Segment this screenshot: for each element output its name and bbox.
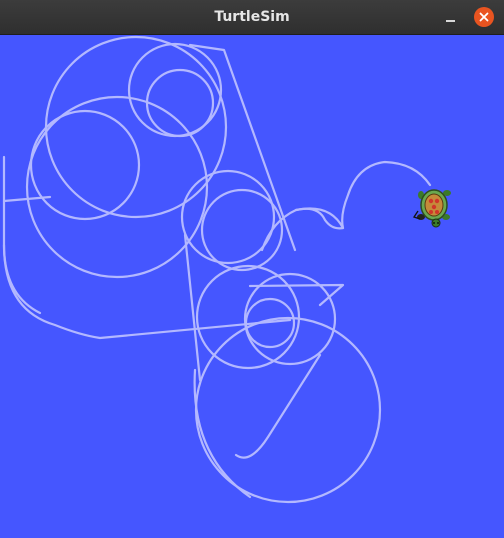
turtle-canvas — [0, 35, 504, 538]
title-bar[interactable]: TurtleSim — [0, 0, 504, 35]
turtle-trail — [2, 35, 451, 504]
close-icon — [479, 12, 489, 22]
close-button[interactable] — [474, 7, 494, 27]
turtle-icon — [412, 189, 451, 228]
window-title: TurtleSim — [214, 9, 290, 25]
turtlesim-window: TurtleSim — [0, 0, 504, 538]
minimize-button[interactable] — [440, 6, 462, 28]
